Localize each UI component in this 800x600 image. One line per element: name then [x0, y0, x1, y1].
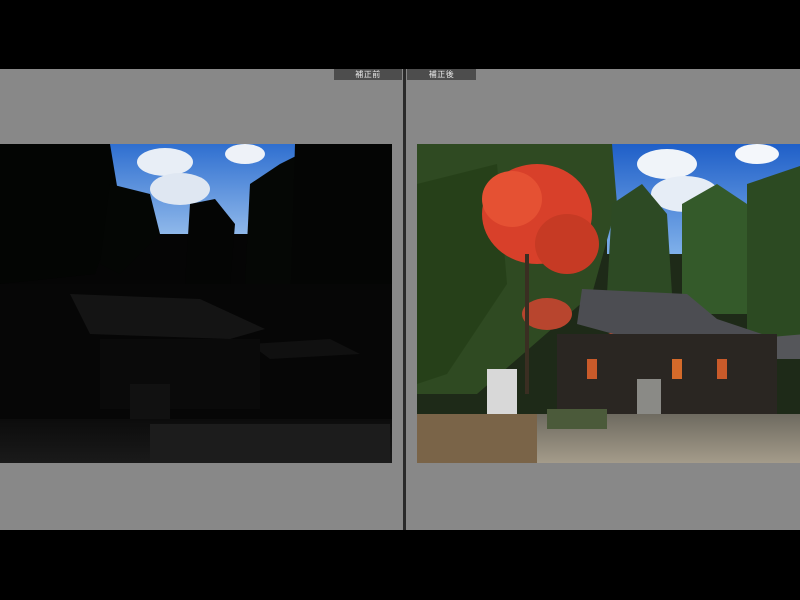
before-pane[interactable]: 補正前: [0, 69, 403, 530]
bottom-black-bar: [0, 530, 800, 600]
compare-app: 補正前 補正後: [0, 0, 800, 600]
after-label: 補正後: [407, 69, 476, 80]
before-after-compare-view: 補正前 補正後: [0, 69, 800, 530]
before-photo-image: [0, 144, 392, 463]
top-black-bar: [0, 0, 800, 69]
after-pane[interactable]: 補正後: [406, 69, 800, 530]
before-label: 補正前: [334, 69, 402, 80]
before-photo: [0, 144, 392, 463]
after-photo-image: [417, 144, 800, 463]
after-photo: [417, 144, 800, 463]
